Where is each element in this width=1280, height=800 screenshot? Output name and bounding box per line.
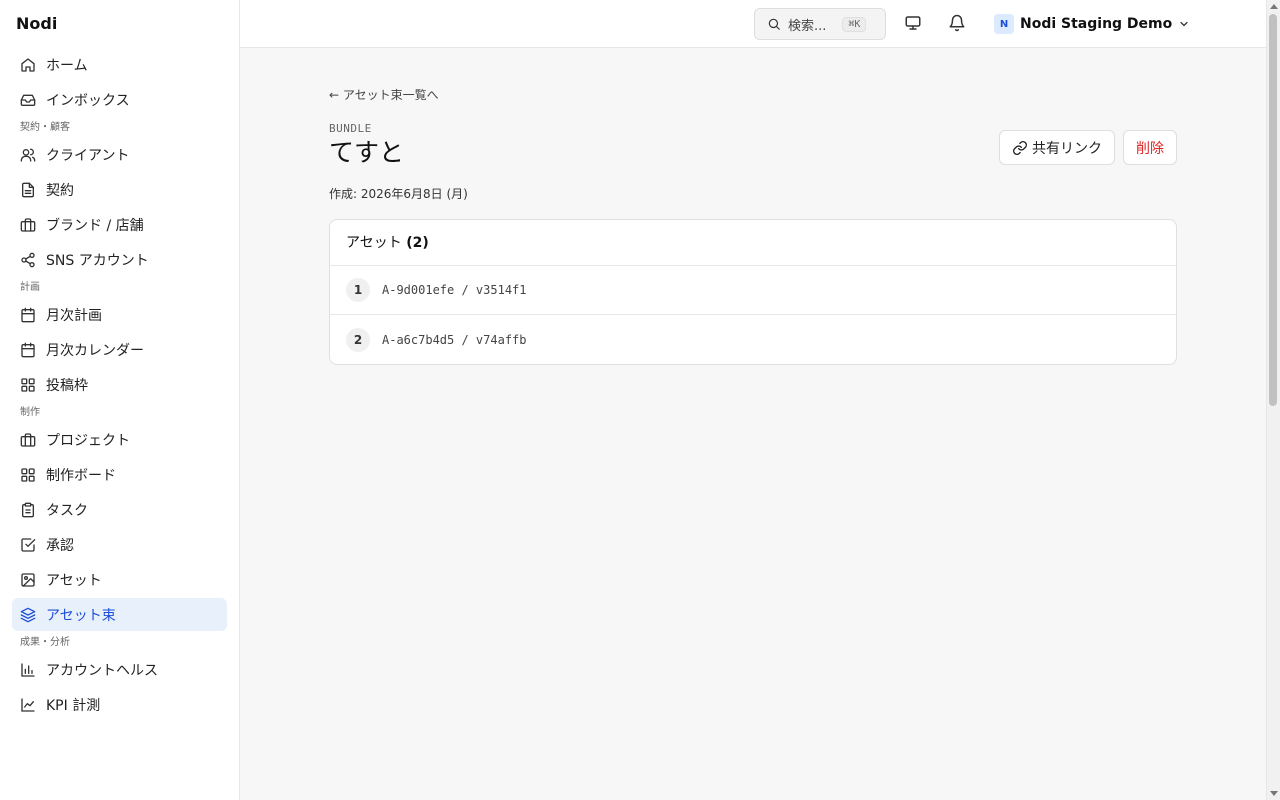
share-icon	[20, 252, 36, 268]
sidebar-item-label: アカウントヘルス	[46, 662, 158, 679]
bar-chart-icon	[20, 662, 36, 678]
image-icon	[20, 572, 36, 588]
home-icon	[20, 57, 36, 73]
sidebar-section-label: 計画	[20, 282, 40, 293]
topbar: 検索... ⌘K N Nodi Staging Demo	[240, 0, 1266, 48]
scroll-up-arrow[interactable]	[1270, 4, 1278, 9]
sidebar-item-label: 承認	[46, 537, 74, 554]
asset-row-label: A-9d001efe / v3514f1	[382, 283, 527, 297]
sidebar-item-label: 月次計画	[46, 307, 102, 324]
sidebar-item-6[interactable]: 月次計画	[12, 298, 227, 331]
sidebar-item-16[interactable]: KPI 計測	[12, 688, 227, 721]
sidebar-section-label: 制作	[20, 407, 40, 418]
calendar-icon	[20, 342, 36, 358]
sidebar-item-label: SNS アカウント	[46, 252, 149, 269]
sidebar-section-label: 契約・顧客	[20, 122, 70, 133]
workspace-badge: N	[994, 14, 1014, 34]
sidebar-item-label: インボックス	[46, 92, 130, 109]
sidebar-item-3[interactable]: 契約	[12, 173, 227, 206]
sidebar-item-11[interactable]: タスク	[12, 493, 227, 526]
scroll-thumb[interactable]	[1269, 14, 1277, 406]
search-icon	[767, 17, 781, 31]
share-link-label: 共有リンク	[1032, 139, 1102, 156]
calendar-icon	[20, 307, 36, 323]
scroll-down-arrow[interactable]	[1270, 791, 1278, 796]
asset-row-number: 1	[346, 278, 370, 302]
app-logo[interactable]: Nodi	[0, 0, 239, 48]
assets-card-title: アセット	[346, 235, 402, 251]
assets-count: (2)	[406, 235, 429, 251]
sidebar-item-label: タスク	[46, 502, 88, 519]
workspace-name: Nodi Staging Demo	[1020, 16, 1173, 32]
sidebar-item-0[interactable]: ホーム	[12, 48, 227, 81]
sidebar-item-9[interactable]: プロジェクト	[12, 423, 227, 456]
sidebar-item-10[interactable]: 制作ボード	[12, 458, 227, 491]
main-content: ← アセット束一覧へ BUNDLE てすと 作成: 2026年6月8日 (月) …	[329, 84, 1177, 365]
monitor-icon[interactable]	[904, 14, 924, 34]
delete-button[interactable]: 削除	[1123, 130, 1177, 165]
page-actions: 共有リンク 削除	[999, 130, 1177, 165]
sidebar-item-12[interactable]: 承認	[12, 528, 227, 561]
briefcase-icon	[20, 432, 36, 448]
back-link[interactable]: ← アセット束一覧へ	[329, 87, 439, 103]
asset-row-number: 2	[346, 327, 370, 352]
asset-row[interactable]: 1 A-9d001efe / v3514f1	[330, 266, 1176, 315]
asset-row[interactable]: 2 A-a6c7b4d5 / v74affb	[330, 315, 1176, 364]
sidebar-item-4[interactable]: ブランド / 店舗	[12, 208, 227, 241]
sidebar: Nodi ホームインボックス契約・顧客クライアント 契約ブランド / 店舗 SNS …	[0, 0, 240, 800]
sidebar-item-label: ブランド / 店舗	[46, 217, 144, 234]
file-text-icon	[20, 182, 36, 198]
sidebar-item-2[interactable]: クライアント	[12, 138, 227, 171]
clipboard-icon	[20, 502, 36, 518]
search-shortcut: ⌘K	[842, 16, 867, 32]
sidebar-item-13[interactable]: アセット	[12, 563, 227, 596]
created-date: 作成: 2026年6月8日 (月)	[329, 187, 468, 201]
sidebar-item-label: ホーム	[46, 57, 88, 74]
sidebar-item-label: 月次カレンダー	[46, 342, 144, 359]
sidebar-item-label: アセット束	[46, 607, 116, 624]
inbox-icon	[20, 92, 36, 108]
search-button[interactable]: 検索... ⌘K	[754, 8, 886, 40]
sidebar-item-label: プロジェクト	[46, 432, 130, 449]
link-icon	[1012, 140, 1028, 156]
users-icon	[20, 147, 36, 163]
sidebar-item-label: KPI 計測	[46, 697, 101, 714]
sidebar-item-1[interactable]: インボックス	[12, 83, 227, 116]
sidebar-item-5[interactable]: SNS アカウント	[12, 243, 227, 276]
grid-icon	[20, 377, 36, 393]
scrollbar[interactable]	[1266, 0, 1280, 800]
sidebar-nav: ホームインボックス契約・顧客クライアント 契約ブランド / 店舗 SNS アカウント…	[0, 48, 239, 721]
sidebar-item-label: 制作ボード	[46, 467, 116, 484]
sidebar-item-8[interactable]: 投稿枠	[12, 368, 227, 401]
line-chart-icon	[20, 697, 36, 713]
sidebar-item-label: アセット	[46, 572, 102, 589]
assets-card: アセット (2) 1 A-9d001efe / v3514f1 2 A-a6c7b4d…	[329, 219, 1177, 365]
sidebar-item-label: 投稿枠	[46, 377, 88, 394]
sidebar-section-label: 成果・分析	[20, 637, 70, 648]
asset-row-label: A-a6c7b4d5 / v74affb	[382, 332, 527, 347]
bell-icon[interactable]	[948, 14, 968, 34]
sidebar-item-7[interactable]: 月次カレンダー	[12, 333, 227, 366]
grid-icon	[20, 467, 36, 483]
workspace-switcher[interactable]: N Nodi Staging Demo	[994, 12, 1190, 36]
check-square-icon	[20, 537, 36, 553]
sidebar-item-14[interactable]: アセット束	[12, 598, 227, 631]
sidebar-item-label: クライアント	[46, 147, 130, 164]
sidebar-item-label: 契約	[46, 182, 74, 199]
briefcase-icon	[20, 217, 36, 233]
chevron-down-icon	[1178, 18, 1190, 30]
share-link-button[interactable]: 共有リンク	[999, 130, 1115, 165]
search-label: 検索...	[788, 18, 827, 34]
assets-card-header: アセット (2)	[330, 220, 1176, 266]
layers-icon	[20, 607, 36, 623]
sidebar-item-15[interactable]: アカウントヘルス	[12, 653, 227, 686]
